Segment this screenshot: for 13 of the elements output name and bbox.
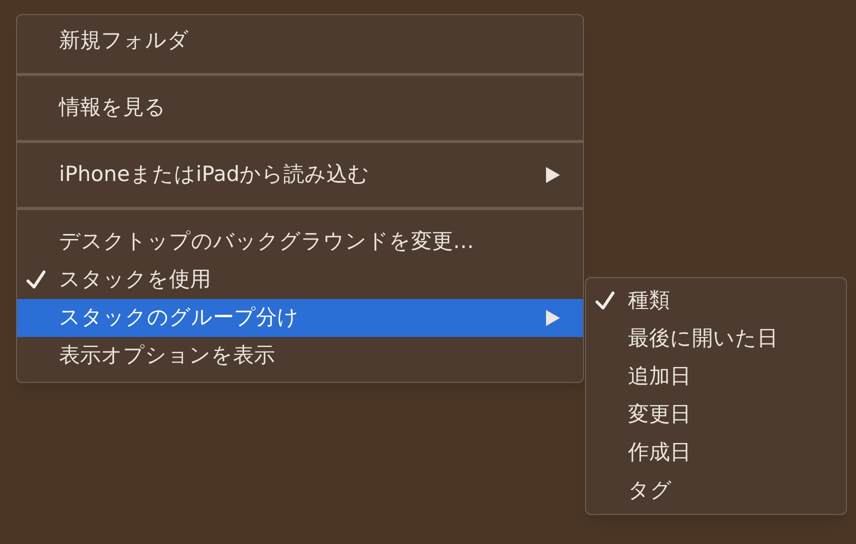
menu-item[interactable]: タグ — [586, 472, 846, 510]
menu-item[interactable]: スタックを使用 — [17, 261, 583, 299]
menu-item[interactable]: 作成日 — [586, 434, 846, 472]
menu-item[interactable]: 変更日 — [586, 396, 846, 434]
menu-item[interactable]: スタックのグループ分け — [17, 299, 583, 337]
menu-item[interactable]: 新規フォルダ — [17, 22, 583, 60]
menu-item[interactable]: デスクトップのバックグラウンドを変更… — [17, 223, 583, 261]
menu-item[interactable]: 追加日 — [586, 358, 846, 396]
menu-item[interactable]: iPhoneまたはiPadから読み込む — [17, 156, 583, 194]
menu-item[interactable]: 種類 — [586, 282, 846, 320]
menu-item[interactable]: 表示オプションを表示 — [17, 337, 583, 375]
menu-item[interactable]: 最後に開いた日 — [586, 320, 846, 358]
menu-item[interactable]: 情報を見る — [17, 89, 583, 127]
